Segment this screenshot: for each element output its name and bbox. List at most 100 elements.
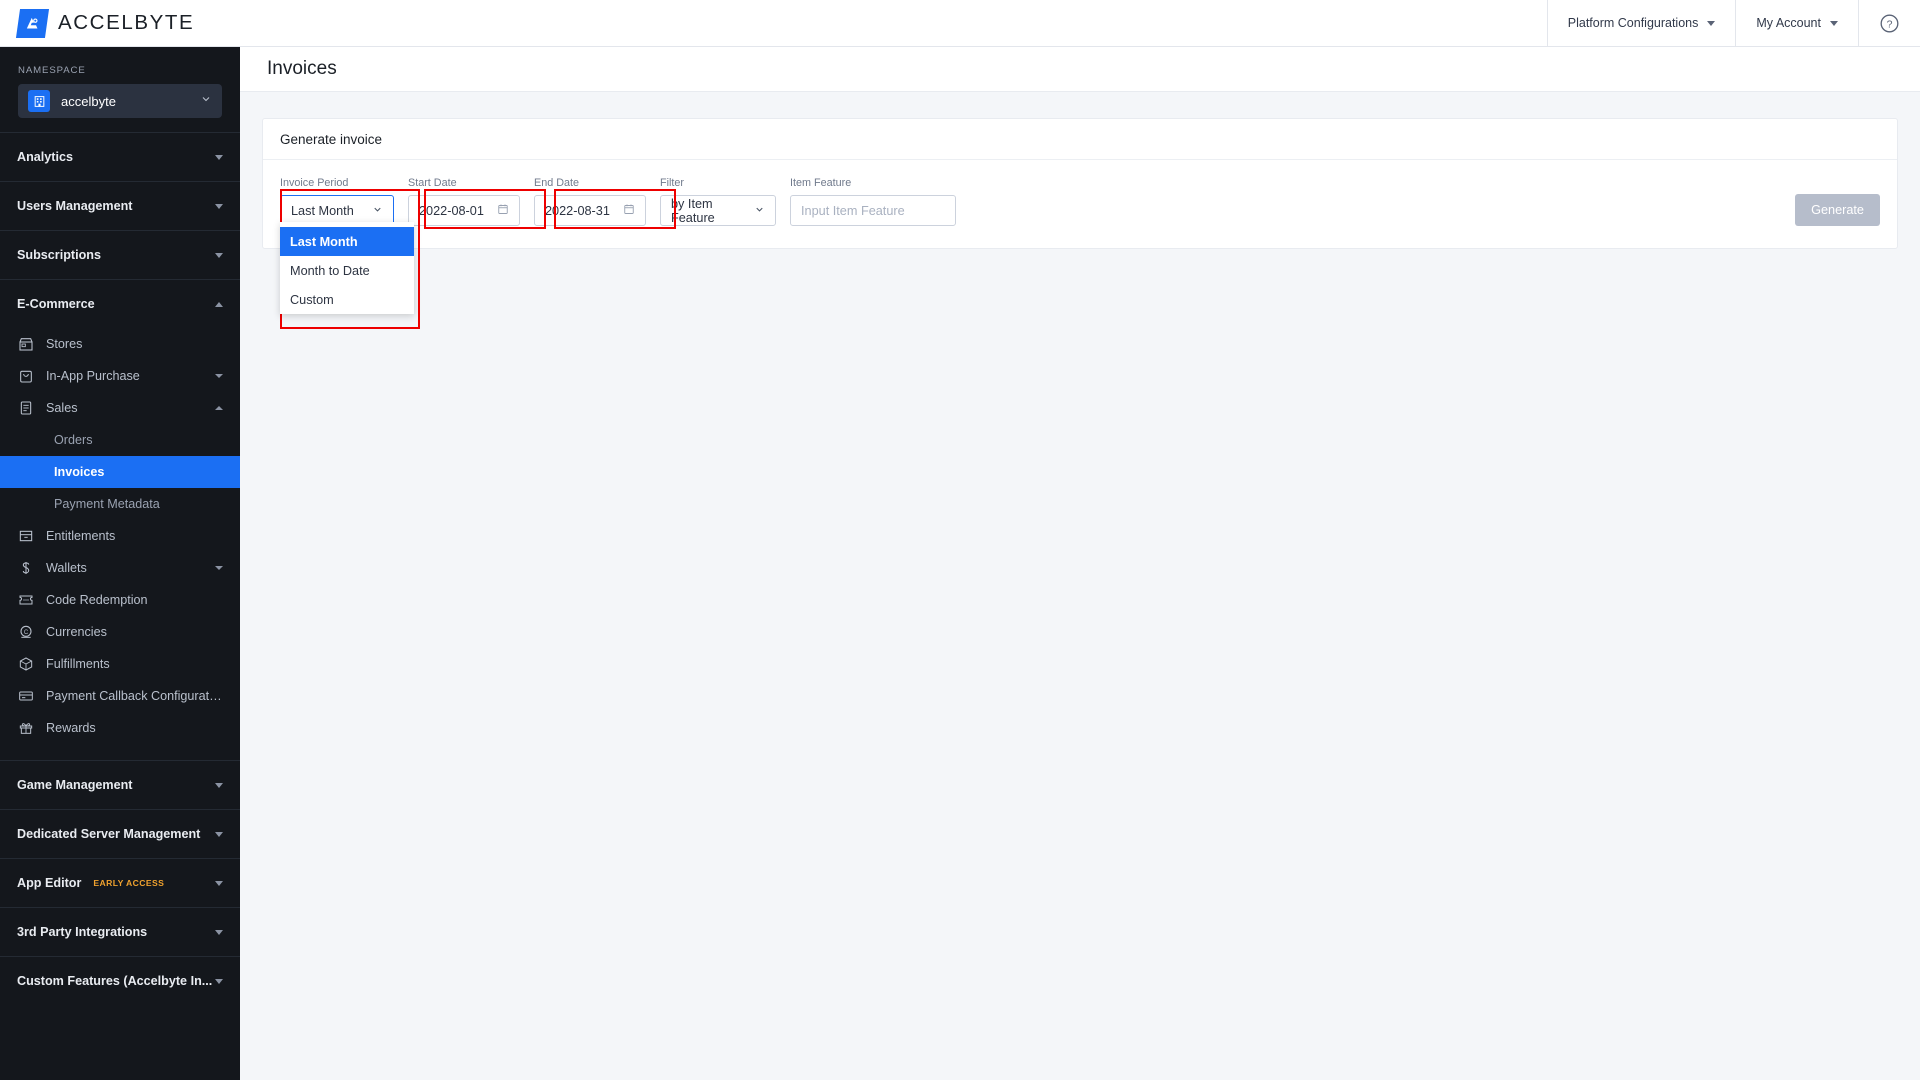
sidebar-item-label: Entitlements [46,529,116,543]
sidebar-item-label: Rewards [46,721,96,735]
sidebar-subitem-invoices[interactable]: Invoices [0,456,240,488]
generate-button-wrap: Generate [1795,194,1880,226]
sidebar-item-label: Wallets [46,561,87,575]
sidebar-subitem-label: Invoices [54,465,105,479]
brand-logo[interactable]: ACCELBYTE [0,8,195,38]
item-feature-placeholder: Input Item Feature [801,203,905,218]
sidebar-section-label: Dedicated Server Management [17,827,201,841]
sidebar-item-fulfillments[interactable]: Fulfillments [0,648,240,680]
top-bar: ACCELBYTE Platform Configurations My Acc… [0,0,1920,47]
sidebar-item-label: In-App Purchase [46,369,140,383]
calendar-icon[interactable] [497,203,509,218]
sidebar-item-label: Fulfillments [46,657,110,671]
invoice-period-dropdown[interactable]: Last Month Month to Date Custom [280,222,414,314]
filter-label: Filter [660,177,684,189]
sidebar-section-label: App Editor [17,876,82,890]
sidebar-section-label: Custom Features (Accelbyte In... [17,974,213,988]
end-date-field: End Date 2022-08-31 [534,177,646,226]
item-feature-field: Item Feature Input Item Feature [790,177,956,226]
sidebar-item-payment-callback-configuration[interactable]: Payment Callback Configuration [0,680,240,712]
generate-button[interactable]: Generate [1795,194,1880,226]
drawer-icon [17,527,35,545]
start-date-value: 2022-08-01 [419,203,484,218]
platform-configurations-menu[interactable]: Platform Configurations [1546,0,1736,47]
sidebar-subitem-orders[interactable]: Orders [0,424,240,456]
sidebar-section-subscriptions[interactable]: Subscriptions [0,230,240,279]
namespace-select[interactable]: accelbyte [18,84,222,118]
sidebar-item-wallets[interactable]: Wallets [0,552,240,584]
sidebar-item-label: Payment Callback Configuration [46,689,223,703]
namespace-selector-block: NAMESPACE accelbyte [0,47,240,132]
page-header: Invoices [240,47,1920,92]
filter-select[interactable]: by Item Feature [660,195,776,226]
chevron-down-icon [215,880,223,886]
my-account-label: My Account [1756,16,1821,30]
sidebar-section-users-management[interactable]: Users Management [0,181,240,230]
clipboard-icon [17,399,35,417]
sidebar-subitem-label: Payment Metadata [54,497,160,511]
sidebar-section-label: Users Management [17,199,133,213]
end-date-label: End Date [534,177,580,189]
sidebar-item-label: Sales [46,401,78,415]
bag-icon [17,367,35,385]
brand-name: ACCELBYTE [58,11,195,34]
building-icon [28,90,50,112]
chevron-down-icon [215,154,223,160]
sidebar-item-stores[interactable]: Stores [0,328,240,360]
dropdown-option-custom[interactable]: Custom [280,285,414,314]
sidebar-section-label: E-Commerce [17,297,95,311]
card-title: Generate invoice [280,131,383,147]
end-date-value: 2022-08-31 [545,203,610,218]
sidebar-section-game-management[interactable]: Game Management [0,760,240,809]
sidebar-section-app-editor[interactable]: App Editor EARLY ACCESS [0,858,240,907]
sidebar-section-label: Analytics [17,150,73,164]
dropdown-option-last-month[interactable]: Last Month [280,227,414,256]
chevron-up-icon [215,406,223,410]
accelbyte-logo-icon [15,8,50,38]
filter-field: Filter by Item Feature [660,177,776,226]
sidebar-subitem-payment-metadata[interactable]: Payment Metadata [0,488,240,520]
page-title: Invoices [267,58,337,79]
main-content: Invoices Generate invoice Invoice Period… [240,47,1920,1080]
sidebar-item-code-redemption[interactable]: Code Redemption [0,584,240,616]
sidebar-section-ecommerce[interactable]: E-Commerce [0,279,240,328]
item-feature-input-wrap[interactable]: Input Item Feature [790,195,956,226]
sidebar-section-dedicated-server-management[interactable]: Dedicated Server Management [0,809,240,858]
sidebar-item-label: Stores [46,337,83,351]
start-date-label: Start Date [408,177,457,189]
sidebar-item-in-app-purchase[interactable]: In-App Purchase [0,360,240,392]
my-account-menu[interactable]: My Account [1735,0,1858,47]
chevron-down-icon [1707,20,1716,26]
sidebar-item-sales[interactable]: Sales [0,392,240,424]
card-icon [17,687,35,705]
chevron-down-icon [215,782,223,788]
sidebar-item-rewards[interactable]: Rewards [0,712,240,744]
svg-text:?: ? [1887,18,1893,30]
sidebar-subitem-label: Orders [54,433,93,447]
item-feature-label: Item Feature [790,177,852,189]
chevron-down-icon [215,374,223,378]
sidebar-item-entitlements[interactable]: Entitlements [0,520,240,552]
card-header: Generate invoice [263,119,1897,160]
sidebar-item-currencies[interactable]: C Currencies [0,616,240,648]
sidebar: NAMESPACE accelbyte Analytics Users Mana… [0,47,240,1080]
chevron-down-icon [200,92,212,110]
help-button[interactable]: ? [1858,0,1920,47]
card-body: Invoice Period Last Month Last Month Mon… [263,160,1897,314]
store-icon [17,335,35,353]
sidebar-item-label: Code Redemption [46,593,148,607]
chevron-down-icon [215,252,223,258]
sidebar-section-analytics[interactable]: Analytics [0,132,240,181]
calendar-icon[interactable] [623,203,635,218]
chevron-down-icon [215,203,223,209]
chevron-down-icon [754,204,765,218]
chevron-down-icon [1830,20,1838,26]
end-date-input[interactable]: 2022-08-31 [534,195,646,226]
dropdown-option-month-to-date[interactable]: Month to Date [280,256,414,285]
start-date-input[interactable]: 2022-08-01 [408,195,520,226]
svg-text:C: C [24,630,29,636]
sidebar-section-3rd-party-integrations[interactable]: 3rd Party Integrations [0,907,240,956]
sidebar-section-custom-features[interactable]: Custom Features (Accelbyte In... [0,956,240,1005]
invoice-period-value: Last Month [291,203,354,218]
